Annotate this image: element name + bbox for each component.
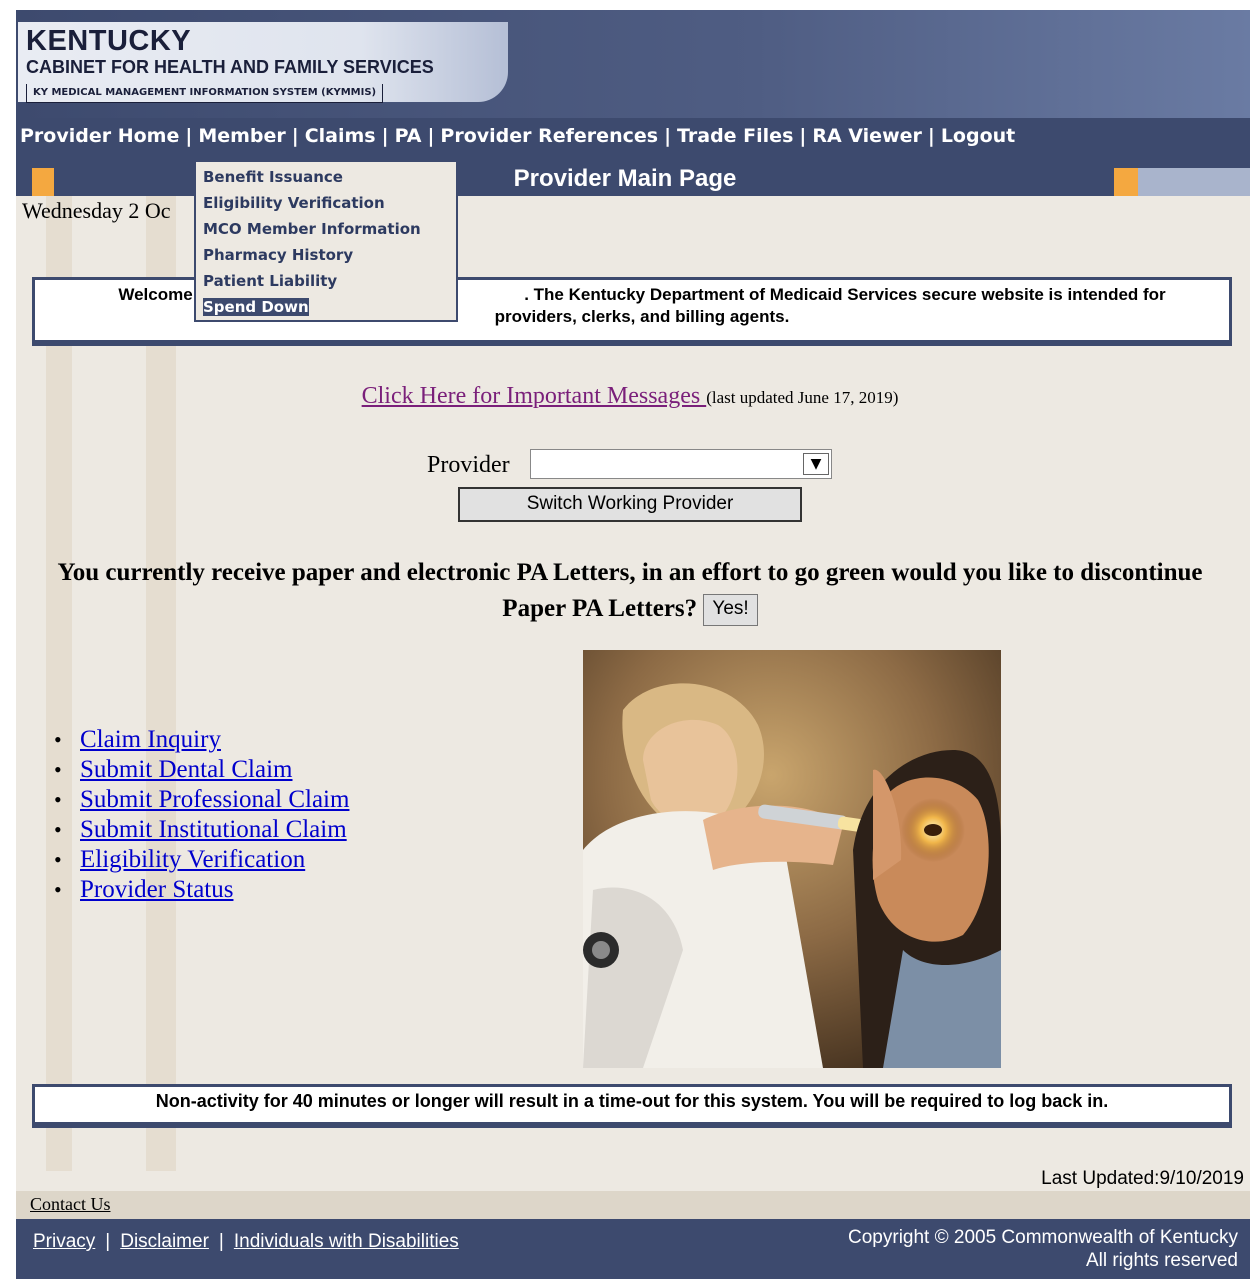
list-item: Submit Professional Claim xyxy=(54,785,349,815)
welcome-line-1-right: . The Kentucky Department of Medicaid Se… xyxy=(524,285,1166,304)
list-item: Submit Dental Claim xyxy=(54,755,349,785)
nav-member[interactable]: Member xyxy=(198,125,285,147)
eligibility-verification-link[interactable]: Eligibility Verification xyxy=(80,846,305,873)
nav-logout[interactable]: Logout xyxy=(941,125,1015,147)
chevron-down-icon[interactable]: ▼ xyxy=(803,453,829,475)
nav-separator: | xyxy=(799,125,807,147)
footer-separator: | xyxy=(105,1231,111,1252)
nav-ra-viewer[interactable]: RA Viewer xyxy=(812,125,922,147)
menu-item-eligibility-verification[interactable]: Eligibility Verification xyxy=(203,194,385,212)
main-nav: Provider Home | Member | Claims | PA | Provider … xyxy=(20,125,1015,147)
timeout-notice-box: Non-activity for 40 minutes or longer wi… xyxy=(32,1084,1232,1128)
claim-inquiry-link[interactable]: Claim Inquiry xyxy=(80,726,221,753)
menu-item-spend-down[interactable]: Spend Down xyxy=(203,298,309,316)
footer-separator: | xyxy=(218,1231,224,1252)
yes-button[interactable]: Yes! xyxy=(703,594,758,627)
paperless-question: You currently receive paper and electron… xyxy=(0,555,1250,627)
nav-separator: | xyxy=(185,125,193,147)
footer-links: Privacy | Disclaimer | Individuals with Disa… xyxy=(33,1231,459,1253)
menu-item-pharmacy-history[interactable]: Pharmacy History xyxy=(203,246,353,264)
list-item: Provider Status xyxy=(54,875,349,905)
nav-claims[interactable]: Claims xyxy=(305,125,376,147)
last-updated: Last Updated:9/10/2019 xyxy=(1041,1168,1244,1189)
nav-pa[interactable]: PA xyxy=(395,125,422,147)
menu-item-mco-member-information[interactable]: MCO Member Information xyxy=(203,220,421,238)
nav-provider-home[interactable]: Provider Home xyxy=(20,125,179,147)
nav-separator: | xyxy=(381,125,389,147)
logo-title: KENTUCKY xyxy=(26,25,192,57)
copyright-line-2: All rights reserved xyxy=(1085,1250,1238,1271)
paperless-question-line-1: You currently receive paper and electron… xyxy=(57,559,1203,586)
copyright-line-1: Copyright © 2005 Commonwealth of Kentuck… xyxy=(848,1227,1238,1248)
provider-label: Provider xyxy=(427,452,510,478)
menu-item-patient-liability[interactable]: Patient Liability xyxy=(203,272,337,290)
privacy-link[interactable]: Privacy xyxy=(33,1231,95,1252)
nav-trade-files[interactable]: Trade Files xyxy=(677,125,793,147)
list-item: Claim Inquiry xyxy=(54,725,349,755)
menu-item-benefit-issuance[interactable]: Benefit Issuance xyxy=(203,168,343,186)
nav-separator: | xyxy=(291,125,299,147)
list-item: Submit Institutional Claim xyxy=(54,815,349,845)
nav-separator: | xyxy=(664,125,672,147)
member-dropdown-menu: Benefit Issuance Eligibility Verificatio… xyxy=(194,160,458,322)
nav-separator: | xyxy=(927,125,935,147)
nav-separator: | xyxy=(427,125,435,147)
quick-links: Claim Inquiry Submit Dental Claim Submit… xyxy=(54,725,349,905)
submit-professional-claim-link[interactable]: Submit Professional Claim xyxy=(80,786,349,813)
logo-subtitle: CABINET FOR HEALTH AND FAMILY SERVICES xyxy=(26,57,434,77)
current-date: Wednesday 2 Oc xyxy=(22,198,171,223)
list-item: Eligibility Verification xyxy=(54,845,349,875)
submit-institutional-claim-link[interactable]: Submit Institutional Claim xyxy=(80,816,347,843)
submit-dental-claim-link[interactable]: Submit Dental Claim xyxy=(80,756,293,783)
copyright: Copyright © 2005 Commonwealth of Kentuck… xyxy=(848,1226,1238,1272)
page-title: Provider Main Page xyxy=(513,165,737,192)
contact-us-link[interactable]: Contact Us xyxy=(30,1194,111,1215)
logo-system-name: KY MEDICAL MANAGEMENT INFORMATION SYSTEM… xyxy=(26,84,384,103)
individuals-with-disabilities-link[interactable]: Individuals with Disabilities xyxy=(234,1231,459,1252)
provider-select[interactable]: ▼ xyxy=(530,449,832,479)
messages-updated: (last updated June 17, 2019) xyxy=(706,388,899,407)
doctor-examining-child-eye-photo xyxy=(583,650,1001,1068)
paperless-question-line-2: Paper PA Letters? xyxy=(502,595,698,622)
important-messages: Click Here for Important Messages (last … xyxy=(0,383,1250,410)
timeout-notice: Non-activity for 40 minutes or longer wi… xyxy=(155,1091,1109,1111)
disclaimer-link[interactable]: Disclaimer xyxy=(120,1231,209,1252)
nav-provider-references[interactable]: Provider References xyxy=(440,125,658,147)
switch-working-provider-button[interactable]: Switch Working Provider xyxy=(458,487,802,522)
provider-status-link[interactable]: Provider Status xyxy=(80,876,233,903)
contact-bar xyxy=(16,1191,1250,1219)
important-messages-link[interactable]: Click Here for Important Messages xyxy=(362,383,707,409)
